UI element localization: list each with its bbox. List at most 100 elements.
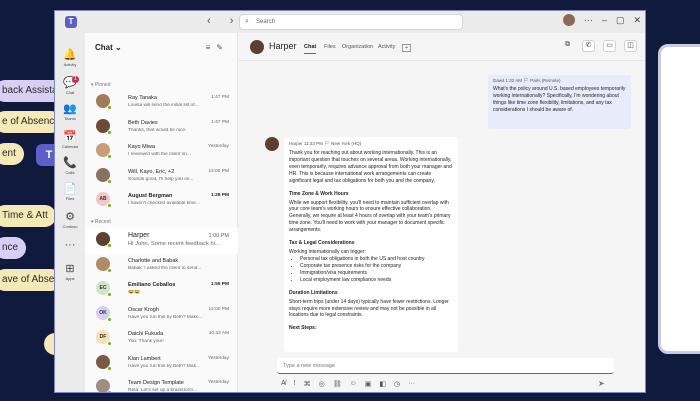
tab-files[interactable]: Files xyxy=(324,44,336,50)
attach-icon[interactable]: ⌘ xyxy=(304,380,311,388)
chat-name: Beth Davies xyxy=(128,119,158,126)
rail-item-files[interactable]: 📄 Files xyxy=(55,183,85,201)
chat-time: 12:00 PM xyxy=(208,306,229,312)
message-meta: Dawit 1:32 AM 🏳 Paris (Remote) xyxy=(493,78,561,83)
chat-preview: Thanks, that would be nice. xyxy=(128,127,187,133)
chat-time: Yesterday xyxy=(207,355,229,361)
video-call-icon[interactable]: ▭ xyxy=(603,40,616,52)
calls-icon: 📞 xyxy=(63,157,77,169)
window-controls: ··· – ▢ ✕ xyxy=(562,14,641,26)
teams-app-icon: T xyxy=(65,16,77,28)
chat-list-item[interactable]: DF Daichi Fukuda You: Thank you!! 10:43 AM xyxy=(85,326,238,352)
presence-available-icon xyxy=(107,243,112,248)
more-options-icon[interactable]: ··· xyxy=(584,15,593,25)
gif-icon[interactable]: ▣ xyxy=(365,380,372,388)
chat-list-item[interactable]: OK Oscar Krogh Have you run this by Beth? … xyxy=(85,302,238,328)
close-icon[interactable]: ✕ xyxy=(633,15,641,26)
chat-time: 1:00 PM xyxy=(208,233,229,239)
desktop-background: back Assista e of Absenc ent T Time & At… xyxy=(0,0,700,401)
history-arrows[interactable]: ‹ › xyxy=(207,15,241,27)
rail-item-activity[interactable]: 🔔 Activity xyxy=(55,49,85,67)
presence-available-icon xyxy=(107,341,112,346)
presence-available-icon xyxy=(107,105,112,110)
contoso-icon: ⚙ xyxy=(65,211,75,223)
link-icon[interactable]: ⛓ xyxy=(333,380,342,388)
chat-list-item[interactable]: Will, Kayo, Eric, +2 Sounds good, I'll he… xyxy=(85,164,238,190)
rail-item-calendar[interactable]: 📅 Calendar xyxy=(55,131,85,149)
bullet-item: Immigration/visa requirements xyxy=(300,270,453,277)
message-bullets: Personal tax obligations in both the US … xyxy=(300,256,453,284)
incoming-message: Harper 11:33 PM 🏳 New York (HQ) Thank yo… xyxy=(284,137,458,352)
rail-item-chat[interactable]: 💬 Chat 1 xyxy=(55,76,85,95)
chat-list-item[interactable]: Harper Hi John, Some recent feedback hi..… xyxy=(85,228,238,254)
format-icon[interactable]: A̸ xyxy=(281,380,286,388)
rail-item-label: Activity xyxy=(63,62,77,67)
chat-name: Daichi Fukuda xyxy=(128,331,164,337)
recent-label: Recent xyxy=(94,219,111,225)
chat-preview: Reta: Let's set up a brainstorm... xyxy=(128,388,198,393)
message-paragraph: Working internationally can trigger: xyxy=(289,249,366,256)
chat-list-item[interactable]: Kayo Miwa I reviewed with the client on..… xyxy=(85,139,238,165)
presence-available-icon xyxy=(107,203,112,208)
rail-item-calls[interactable]: 📞 Calls xyxy=(55,157,85,175)
chat-preview: You: Thank you!! xyxy=(128,339,164,344)
tab-activity[interactable]: Activity xyxy=(378,44,395,50)
schedule-icon[interactable]: ◷ xyxy=(394,380,400,388)
chat-name: Team Design Template xyxy=(128,380,184,386)
more-compose-icon[interactable]: ··· xyxy=(408,380,415,388)
profile-avatar[interactable] xyxy=(562,14,575,26)
chat-name: Charlotte and Babak xyxy=(128,257,179,264)
rail-item-apps[interactable]: ⊞ Apps xyxy=(55,263,85,281)
open-panel-icon[interactable]: ◫ xyxy=(624,40,637,52)
conversation-title: Harper xyxy=(269,41,297,51)
rail-item-more[interactable]: ··· xyxy=(55,239,85,252)
screen-share-icon[interactable]: ⧉ xyxy=(561,40,574,52)
chat-list-item[interactable]: Beth Davies Thanks, that would be nice. 1:… xyxy=(85,115,238,141)
chat-preview: Sounds good, I'll help you on... xyxy=(128,176,194,182)
chat-time: 1:55 PM xyxy=(210,282,229,287)
emoji-icon[interactable]: ☺ xyxy=(350,380,357,388)
chat-list-item[interactable]: Ray Tanaka Louisa will send the initial l… xyxy=(85,90,238,116)
teams-icon: 👥 xyxy=(63,103,77,115)
compose-input[interactable]: Type a new message xyxy=(277,358,614,374)
minimize-icon[interactable]: – xyxy=(602,15,607,25)
rail-item-contoso[interactable]: ⚙ Contoso xyxy=(55,211,85,229)
tab-chat[interactable]: Chat xyxy=(304,44,317,54)
loop-icon[interactable]: ◎ xyxy=(319,380,325,388)
new-chat-icon[interactable]: ✎ xyxy=(216,43,229,52)
chat-list-item[interactable]: EC Emiliano Ceballos 😂😂 1:55 PM xyxy=(85,277,238,303)
priority-icon[interactable]: ! xyxy=(294,380,296,388)
call-icon[interactable]: ✆ xyxy=(582,40,595,52)
maximize-icon[interactable]: ▢ xyxy=(616,15,625,26)
tab-organization[interactable]: Organization xyxy=(342,44,373,50)
chat-list-item[interactable]: Kian Lambert Have you run this by Beth? M… xyxy=(85,351,238,377)
bell-icon: 🔔 xyxy=(63,49,77,61)
chat-list-title[interactable]: Chat ⌄ xyxy=(95,43,122,52)
rail-item-teams[interactable]: 👥 Teams xyxy=(55,103,85,121)
background-pill: ent xyxy=(0,143,24,165)
add-tab-button[interactable]: + xyxy=(402,44,412,52)
rail-item-label: Contoso xyxy=(62,224,78,229)
presence-available-icon xyxy=(107,365,112,371)
bullet-item: Corporate tax presence risks for the com… xyxy=(300,263,453,270)
filter-icon[interactable]: ≡ xyxy=(206,43,217,52)
background-card xyxy=(658,44,700,354)
sticker-icon[interactable]: ◧ xyxy=(379,380,386,388)
pinned-section-label: ▾ Pinned xyxy=(91,82,111,88)
presence-available-icon xyxy=(107,316,112,322)
conversation-pane: Harper Chat Files Organization Activity … xyxy=(238,33,645,392)
chat-name: Kayo Miwa xyxy=(128,144,155,150)
chat-list-item[interactable]: AB August Bergman I haven't checked availa… xyxy=(85,188,238,214)
message-meta: Harper 11:33 PM 🏳 New York (HQ) xyxy=(289,141,362,146)
chat-time: Yesterday xyxy=(207,380,229,385)
search-input[interactable]: ⌕ Search xyxy=(239,14,463,30)
background-pill: Time & Att xyxy=(0,205,56,227)
presence-available-icon xyxy=(107,292,112,297)
message-paragraph: While we support flexibility, you'll nee… xyxy=(289,199,451,234)
chat-time: 10:43 AM xyxy=(208,331,229,336)
chat-list-item[interactable]: Charlotte and Babak Babak: I asked the cl… xyxy=(85,253,238,279)
presence-available-icon xyxy=(107,390,112,392)
chat-name: August Bergman xyxy=(128,193,173,199)
chat-list-item[interactable]: Team Design Template Reta: Let's set up a… xyxy=(85,375,238,393)
send-icon[interactable]: ➤ xyxy=(598,379,605,388)
